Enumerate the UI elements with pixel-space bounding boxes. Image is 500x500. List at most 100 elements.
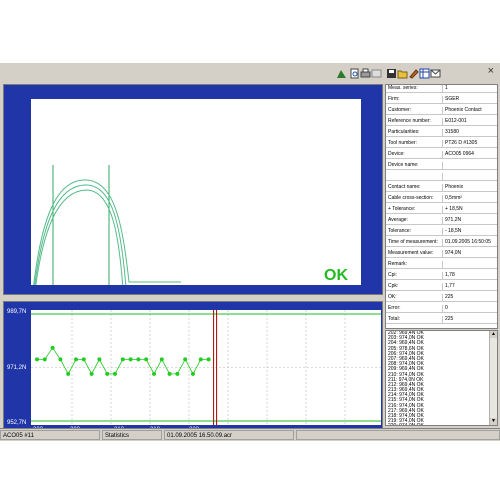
info-key: Average: bbox=[388, 217, 408, 223]
info-row: Contact name: Phoenix bbox=[386, 184, 497, 192]
info-key: Device: bbox=[388, 151, 405, 157]
info-row: Measurement value: 974,0N bbox=[386, 250, 497, 258]
info-key: Contact name: bbox=[388, 184, 421, 190]
status-bar: ACO05 #11 Statistics 01.09.2005 16.50.09… bbox=[0, 428, 500, 441]
force-curve-panel: OK bbox=[3, 84, 383, 295]
info-value: PT26 D #1305 bbox=[442, 140, 477, 147]
trend-plot bbox=[31, 310, 463, 425]
info-value: 31580 bbox=[442, 129, 459, 136]
info-value: + 18,5N bbox=[442, 206, 463, 213]
table-icon[interactable] bbox=[419, 66, 430, 79]
data-point bbox=[183, 357, 188, 362]
save-icon[interactable] bbox=[386, 66, 397, 78]
info-value: SGER bbox=[442, 96, 459, 103]
info-value: ACO05 0964 bbox=[442, 151, 474, 158]
info-key: + Tolerance: bbox=[388, 206, 416, 212]
log-item[interactable]: 220: 974,0N OK bbox=[386, 424, 497, 425]
scroll-up-icon[interactable]: ▲ bbox=[490, 331, 497, 338]
info-key: Cpk: bbox=[388, 283, 399, 289]
info-key: Time of measurement: bbox=[388, 239, 438, 245]
data-point bbox=[128, 357, 133, 362]
info-key: Total: bbox=[388, 316, 400, 322]
info-row: OK: 225 bbox=[386, 294, 497, 302]
trend-panel: 989,7N 971,2N 952,7N 203 208 213 218 223 bbox=[3, 301, 463, 436]
data-point bbox=[58, 357, 63, 362]
data-point bbox=[175, 371, 180, 376]
info-value bbox=[442, 162, 445, 169]
y-tick-label: 989,7N bbox=[7, 309, 27, 315]
curve-envelope-upper bbox=[32, 179, 181, 292]
data-point bbox=[35, 357, 39, 362]
info-value: Phoenix bbox=[442, 184, 463, 191]
log-scrollbar[interactable]: ▲ ▼ bbox=[489, 331, 497, 425]
measurement-info-table: Meas. series: 1 Firm: SGER Customer: Phoenix … bbox=[385, 84, 498, 329]
ok-status-label: OK bbox=[324, 267, 348, 284]
data-point bbox=[81, 357, 86, 362]
data-point bbox=[136, 357, 141, 362]
data-point bbox=[120, 357, 125, 362]
open-folder-icon[interactable] bbox=[397, 66, 408, 79]
status-extra bbox=[296, 430, 500, 440]
info-value: Phoenix Contact bbox=[442, 107, 482, 114]
info-value: 971,2N bbox=[442, 217, 461, 224]
info-value: 974,0N bbox=[442, 250, 461, 257]
info-row: Meas. series: 1 bbox=[386, 85, 497, 93]
info-row: Cable cross-section: 0,5mm² bbox=[386, 195, 497, 203]
info-key: Remark: bbox=[388, 261, 407, 267]
status-device: ACO05 #11 bbox=[0, 430, 100, 440]
export-icon[interactable] bbox=[371, 66, 382, 78]
y-tick-label: 952,7N bbox=[7, 420, 27, 426]
info-value: E012-001 bbox=[442, 118, 467, 125]
info-row: Reference number: E012-001 bbox=[386, 118, 497, 126]
scroll-down-icon[interactable]: ▼ bbox=[490, 418, 497, 425]
info-row: Firm: SGER bbox=[386, 96, 497, 104]
info-key: Measurement value: bbox=[388, 250, 434, 256]
info-key: Particularities: bbox=[388, 129, 420, 135]
info-value bbox=[442, 173, 445, 180]
info-value: 1 bbox=[442, 85, 448, 92]
info-row: Remark: bbox=[386, 261, 497, 269]
info-key: Cable cross-section: bbox=[388, 195, 434, 201]
force-curve-plot: OK bbox=[31, 99, 361, 292]
info-value: 1,77 bbox=[442, 283, 455, 290]
info-row: Error: 0 bbox=[386, 305, 497, 313]
force-curve-svg bbox=[32, 165, 181, 292]
info-row: + Tolerance: + 18,5N bbox=[386, 206, 497, 214]
log-items: 202: 969,4N OK 203: 974,0N OK 204: 969,4N … bbox=[386, 331, 497, 425]
info-row: Particularities: 31580 bbox=[386, 129, 497, 137]
info-key: Meas. series: bbox=[388, 85, 418, 91]
data-point bbox=[74, 357, 78, 362]
info-row: Average: 971,2N bbox=[386, 217, 497, 225]
info-key: Firm: bbox=[388, 96, 400, 102]
info-value bbox=[442, 261, 445, 268]
info-key: Customer: bbox=[388, 107, 412, 113]
data-point bbox=[159, 357, 164, 362]
mail-icon[interactable] bbox=[430, 66, 441, 78]
info-key: Error: bbox=[388, 305, 401, 311]
info-key: Cpi: bbox=[388, 272, 397, 278]
data-point bbox=[89, 371, 94, 376]
status-file: 01.09.2005 16.50.09.acr bbox=[164, 430, 294, 440]
info-key: Tolerance: bbox=[388, 228, 412, 234]
info-row: Tool number: PT26 D #1305 bbox=[386, 140, 497, 148]
info-row: Total: 225 bbox=[386, 316, 497, 324]
print-preview-icon[interactable] bbox=[349, 66, 360, 79]
data-point bbox=[152, 371, 156, 376]
chart-icon[interactable] bbox=[336, 66, 347, 78]
close-icon[interactable]: × bbox=[488, 65, 494, 77]
data-point bbox=[66, 371, 71, 376]
info-row: Tolerance: - 18,5N bbox=[386, 228, 497, 236]
data-point bbox=[97, 357, 102, 362]
info-row: Time of measurement: 01.09.2005 16:50:05 bbox=[386, 239, 497, 247]
data-point bbox=[105, 371, 110, 376]
data-point bbox=[113, 371, 117, 376]
print-icon[interactable] bbox=[360, 66, 371, 78]
curve-measured bbox=[33, 184, 181, 292]
measurement-log-list[interactable]: 202: 969,4N OK 203: 974,0N OK 204: 969,4N … bbox=[385, 330, 498, 426]
info-row: Customer: Phoenix Contact bbox=[386, 107, 497, 115]
toolbar: × bbox=[0, 63, 500, 83]
application-window: × OK 989,7N 971,2N 952,7N 203 208 213 21… bbox=[0, 63, 500, 441]
edit-icon[interactable] bbox=[408, 66, 419, 79]
status-mode: Statistics bbox=[102, 430, 162, 440]
info-value: 225 bbox=[442, 316, 453, 323]
